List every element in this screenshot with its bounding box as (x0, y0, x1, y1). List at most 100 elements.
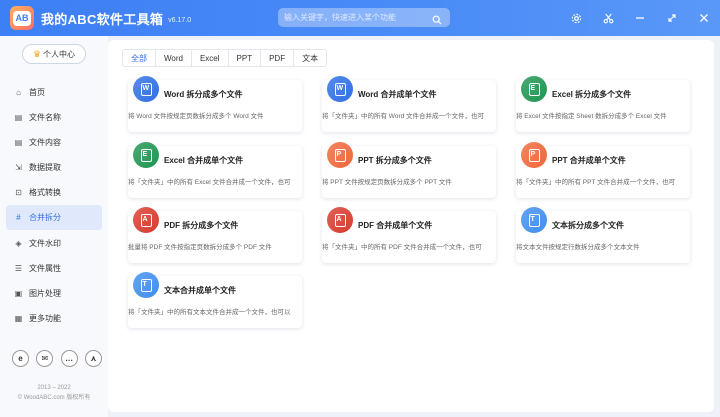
crown-icon: ♛ (32, 48, 42, 59)
card-description: 将文本文件按规定行数拆分成多个文本文件 (516, 244, 640, 251)
card-description: 将「文件夹」中的所有文本文件合并成一个文件，也可以 (128, 309, 291, 316)
close-icon[interactable] (688, 0, 720, 36)
tab-3[interactable]: PPT (227, 49, 262, 67)
tool-card[interactable]: E Excel 合并成单个文件将「文件夹」中的所有 Excel 文件合并成一个文件… (128, 142, 302, 198)
card-description: 将 Word 文件按规定页数拆分成多个 Word 文件 (128, 113, 264, 120)
card-title: Excel 合并成单个文件 (164, 156, 244, 165)
sidebar-item-2[interactable]: ▤ 文件内容 (6, 130, 102, 155)
share-icon[interactable]: ⋏ (84, 350, 102, 367)
sidebar-item-9[interactable]: ▦ 更多功能 (6, 306, 102, 331)
sidebar-item-5[interactable]: # 合并拆分 (6, 205, 102, 231)
tab-4[interactable]: PDF (260, 49, 295, 67)
card-description: 将「文件夹」中的所有 PDF 文件合并成一个文件，也可 (322, 244, 482, 251)
sidebar-item-label: 文件水印 (29, 238, 61, 248)
sidebar-item-label: 合并拆分 (29, 213, 61, 223)
watermark-icon: ◈ (15, 238, 22, 248)
sidebar-item-label: 数据提取 (29, 163, 61, 173)
search-icon[interactable] (432, 12, 442, 30)
more-icon: ▦ (14, 313, 23, 323)
file-type-icon: A (327, 207, 353, 233)
sidebar-item-label: 格式转换 (29, 188, 61, 198)
sidebar-item-label: 首页 (29, 88, 45, 97)
title-bar: AB 我的ABC软件工具箱 v6.17.0 (0, 0, 720, 36)
tool-card[interactable]: P PPT 拆分成多个文件将 PPT 文件按规定页数拆分成多个 PPT 文件 (322, 142, 496, 198)
card-title: Word 合并成单个文件 (358, 90, 437, 99)
file-type-icon: A (133, 207, 159, 233)
tool-card[interactable]: A PDF 合并成单个文件将「文件夹」中的所有 PDF 文件合并成一个文件，也可 (322, 207, 496, 263)
tab-2[interactable]: Excel (190, 49, 229, 67)
card-title: PDF 合并成单个文件 (358, 221, 433, 230)
social-links: e ✉ … ⋏ (12, 350, 102, 367)
card-title: 文本拆分成多个文件 (552, 221, 624, 230)
scissors-icon[interactable] (592, 0, 624, 36)
sidebar-item-0[interactable]: ⌂ 首页 (6, 80, 102, 105)
card-description: 将「文件夹」中的所有 PPT 文件合并成一个文件，也可 (516, 179, 676, 186)
card-description: 将「文件夹」中的所有 Excel 文件合并成一个文件，也可 (128, 179, 291, 186)
tool-card[interactable]: E Excel 拆分成多个文件将 Excel 文件按指定 Sheet 数拆分成多个… (516, 76, 690, 132)
settings-icon[interactable] (560, 0, 592, 36)
user-center-label: 个人中心 (43, 49, 76, 59)
card-description: 将 Excel 文件按指定 Sheet 数拆分成多个 Excel 文件 (516, 113, 667, 120)
copyright-years: 2013 – 2022 (37, 385, 71, 391)
file-type-icon: W (133, 76, 159, 102)
card-description: 批量将 PDF 文件按指定页数拆分成多个 PDF 文件 (128, 244, 272, 251)
minimize-icon[interactable] (624, 0, 656, 36)
card-title: Excel 拆分成多个文件 (552, 90, 632, 99)
tab-1[interactable]: Word (155, 49, 192, 67)
rename-icon: ▤ (14, 113, 23, 123)
properties-icon: ☰ (14, 263, 23, 273)
tool-card[interactable]: A PDF 拆分成多个文件批量将 PDF 文件按指定页数拆分成多个 PDF 文件 (128, 207, 302, 263)
sidebar-item-4[interactable]: ⊡ 格式转换 (6, 180, 102, 205)
mail-icon[interactable]: ✉ (36, 350, 54, 367)
tab-0[interactable]: 全部 (122, 49, 156, 67)
merge-split-icon: # (16, 213, 21, 223)
sidebar-item-6[interactable]: ◈ 文件水印 (6, 231, 102, 256)
tool-card[interactable]: P PPT 合并成单个文件 将「文件夹」中的所有 PPT 文件合并成一个文件，也可 (516, 142, 690, 198)
app-logo-icon: AB (10, 6, 34, 30)
extract-icon: ⇲ (15, 163, 22, 173)
sidebar-item-3[interactable]: ⇲ 数据提取 (6, 155, 102, 180)
tab-5[interactable]: 文本 (293, 49, 328, 67)
main-panel: 全部 Word Excel PPT PDF 文本 W Word 拆分成多个文件将 Word … (108, 40, 714, 412)
card-description: 将「文件夹」中的所有 Word 文件合并成一个文件，也可 (322, 113, 485, 120)
card-description: 将 PPT 文件按规定页数拆分成多个 PPT 文件 (322, 179, 452, 186)
search-input[interactable] (284, 13, 424, 22)
file-type-icon: E (133, 142, 159, 168)
tool-card[interactable]: T 文本拆分成多个文件将文本文件按规定行数拆分成多个文本文件 (516, 207, 690, 263)
file-type-icon: P (327, 142, 353, 168)
sidebar-item-label: 图片处理 (29, 288, 61, 298)
category-tabs: 全部 Word Excel PPT PDF 文本 (122, 49, 328, 67)
file-type-icon: T (133, 272, 159, 298)
copyright: 2013 – 2022 © WoodABC.com 版权所有 (0, 383, 108, 403)
file-type-icon: E (521, 76, 547, 102)
sidebar-item-1[interactable]: ▤ 文件名称 (6, 105, 102, 130)
copyright-text: © WoodABC.com 版权所有 (17, 395, 91, 401)
tool-card[interactable]: T 文本合并成单个文件将「文件夹」中的所有文本文件合并成一个文件，也可以 (128, 272, 302, 328)
chat-icon[interactable]: … (60, 350, 78, 367)
sidebar-nav: ⌂ 首页 ▤ 文件名称 ▤ 文件内容 ⇲ 数据提取 ⊡ 格式转换 # 合并拆分 ◈ 文件水印 ☰ 文件属性 ▣ 图… (6, 80, 102, 331)
sidebar-item-label: 文件属性 (29, 263, 61, 273)
card-title: PDF 拆分成多个文件 (164, 221, 239, 230)
sidebar: ♛ 个人中心 ⌂ 首页 ▤ 文件名称 ▤ 文件内容 ⇲ 数据提取 ⊡ 格式转换 # 合并拆分 ◈ 文件水印… (0, 36, 108, 417)
card-title: 文本合并成单个文件 (164, 286, 236, 295)
sidebar-item-label: 更多功能 (29, 313, 61, 323)
file-type-icon: W (327, 76, 353, 102)
sidebar-item-8[interactable]: ▣ 图片处理 (6, 281, 102, 306)
content-icon: ▤ (14, 138, 23, 148)
image-icon: ▣ (14, 288, 23, 298)
user-center-button[interactable]: ♛ 个人中心 (22, 44, 86, 64)
maximize-icon[interactable] (656, 0, 688, 36)
file-type-icon: P (521, 142, 547, 168)
home-icon: ⌂ (16, 88, 21, 97)
app-version: v6.17.0 (168, 16, 192, 24)
file-type-icon: T (521, 207, 547, 233)
convert-icon: ⊡ (15, 188, 22, 198)
sidebar-item-7[interactable]: ☰ 文件属性 (6, 256, 102, 281)
card-title: Word 拆分成多个文件 (164, 90, 243, 99)
card-title: PPT 拆分成多个文件 (358, 156, 432, 165)
ie-icon[interactable]: e (12, 350, 29, 367)
search-box[interactable] (278, 8, 450, 27)
tool-card[interactable]: W Word 拆分成多个文件将 Word 文件按规定页数拆分成多个 Word 文件 (128, 76, 302, 132)
tool-card[interactable]: W Word 合并成单个文件将「文件夹」中的所有 Word 文件合并成一个文件，也… (322, 76, 496, 132)
app-title: 我的ABC软件工具箱 (41, 11, 164, 27)
